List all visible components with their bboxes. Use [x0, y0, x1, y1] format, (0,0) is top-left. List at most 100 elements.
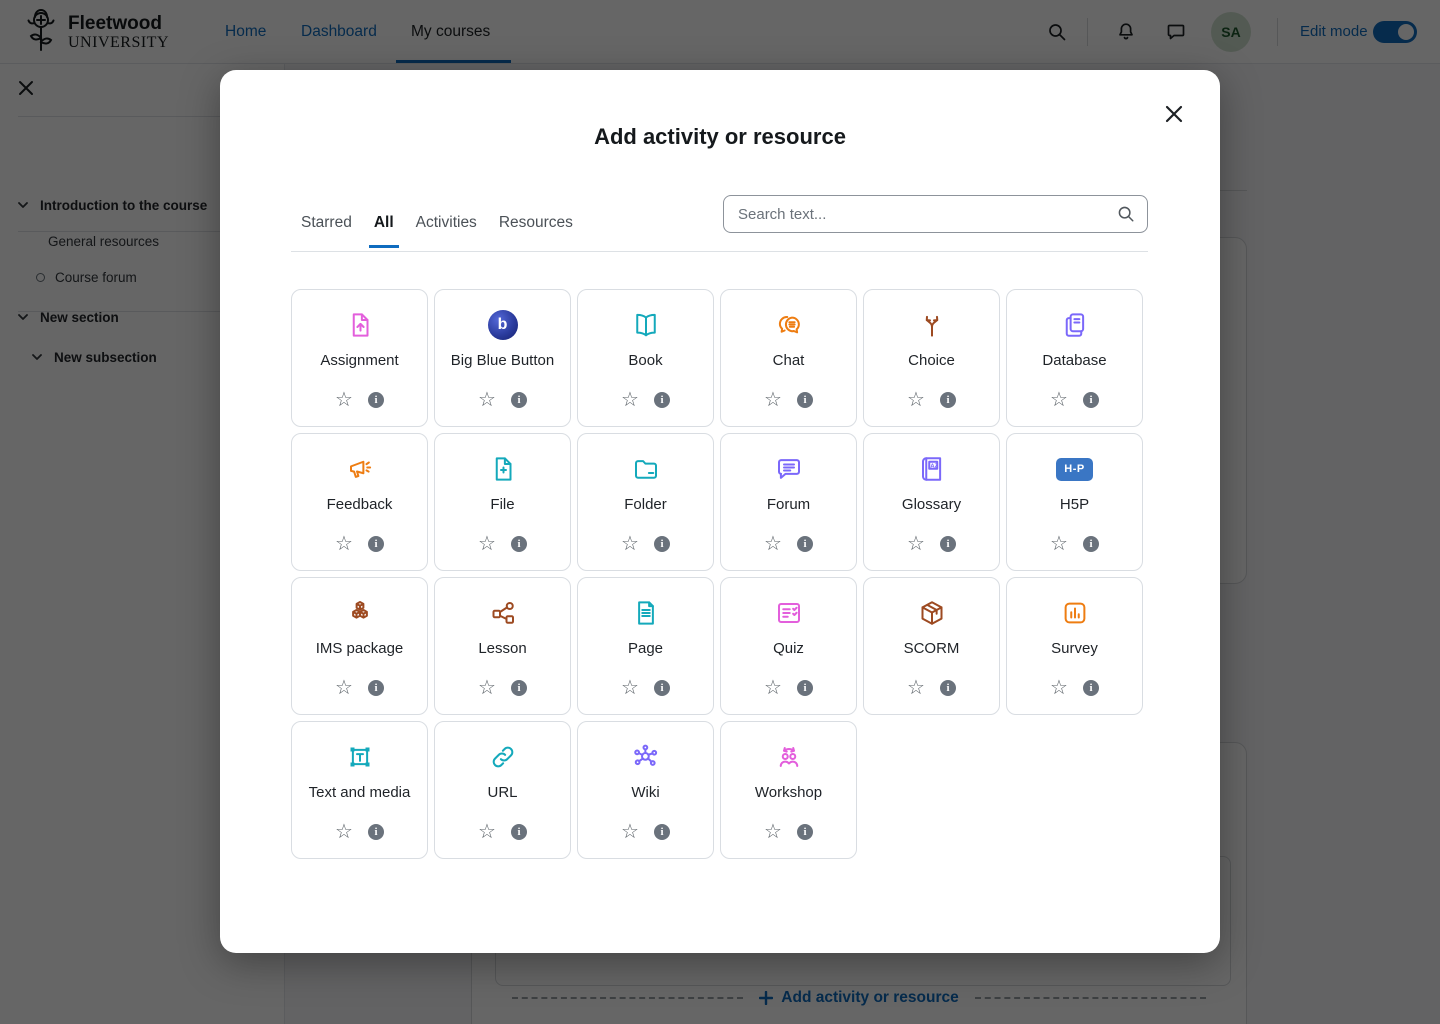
module-label: IMS package	[316, 640, 404, 657]
star-icon[interactable]: ☆	[478, 390, 496, 410]
module-label: Text and media	[309, 784, 411, 801]
module-card[interactable]: Workshop ☆ i	[720, 721, 857, 859]
module-label: Choice	[908, 352, 955, 369]
tab-activities[interactable]: Activities	[411, 214, 482, 248]
info-icon[interactable]: i	[797, 536, 813, 552]
module-label: Folder	[624, 496, 667, 513]
module-label: Lesson	[478, 640, 526, 657]
star-icon[interactable]: ☆	[478, 822, 496, 842]
star-icon[interactable]: ☆	[335, 678, 353, 698]
forum-icon	[774, 449, 804, 489]
info-icon[interactable]: i	[511, 824, 527, 840]
choice-icon	[917, 305, 947, 345]
modal-tabs: Starred All Activities Resources	[296, 214, 578, 248]
info-icon[interactable]: i	[511, 680, 527, 696]
module-label: Glossary	[902, 496, 961, 513]
quiz-icon	[774, 593, 804, 633]
info-icon[interactable]: i	[511, 536, 527, 552]
h5p-icon: H-P	[1056, 449, 1093, 489]
info-icon[interactable]: i	[654, 536, 670, 552]
close-icon[interactable]	[1164, 104, 1184, 124]
star-icon[interactable]: ☆	[764, 822, 782, 842]
module-card[interactable]: IMS package ☆ i	[291, 577, 428, 715]
module-card[interactable]: Survey ☆ i	[1006, 577, 1143, 715]
info-icon[interactable]: i	[940, 680, 956, 696]
module-card[interactable]: Glossary ☆ i	[863, 433, 1000, 571]
info-icon[interactable]: i	[654, 680, 670, 696]
info-icon[interactable]: i	[1083, 392, 1099, 408]
module-label: Book	[628, 352, 662, 369]
star-icon[interactable]: ☆	[1050, 390, 1068, 410]
star-icon[interactable]: ☆	[621, 534, 639, 554]
info-icon[interactable]: i	[1083, 536, 1099, 552]
star-icon[interactable]: ☆	[1050, 534, 1068, 554]
star-icon[interactable]: ☆	[907, 678, 925, 698]
module-card[interactable]: Feedback ☆ i	[291, 433, 428, 571]
module-label: Survey	[1051, 640, 1098, 657]
module-card[interactable]: Quiz ☆ i	[720, 577, 857, 715]
url-icon	[488, 737, 518, 777]
star-icon[interactable]: ☆	[621, 678, 639, 698]
star-icon[interactable]: ☆	[1050, 678, 1068, 698]
module-label: Big Blue Button	[451, 352, 554, 369]
module-card[interactable]: SCORM ☆ i	[863, 577, 1000, 715]
module-card[interactable]: b Big Blue Button ☆ i	[434, 289, 571, 427]
star-icon[interactable]: ☆	[907, 534, 925, 554]
module-grid: Assignment ☆ i b Big Blue Button ☆ i Boo…	[291, 289, 1143, 859]
star-icon[interactable]: ☆	[335, 534, 353, 554]
star-icon[interactable]: ☆	[764, 534, 782, 554]
info-icon[interactable]: i	[940, 536, 956, 552]
tab-starred[interactable]: Starred	[296, 214, 357, 248]
search-input[interactable]	[723, 195, 1148, 233]
tab-all[interactable]: All	[369, 214, 399, 248]
module-card[interactable]: Forum ☆ i	[720, 433, 857, 571]
info-icon[interactable]: i	[368, 392, 384, 408]
lesson-icon	[488, 593, 518, 633]
module-card[interactable]: Folder ☆ i	[577, 433, 714, 571]
module-card[interactable]: Chat ☆ i	[720, 289, 857, 427]
database-icon	[1060, 305, 1090, 345]
star-icon[interactable]: ☆	[335, 390, 353, 410]
info-icon[interactable]: i	[797, 824, 813, 840]
star-icon[interactable]: ☆	[335, 822, 353, 842]
workshop-icon	[774, 737, 804, 777]
star-icon[interactable]: ☆	[478, 534, 496, 554]
star-icon[interactable]: ☆	[621, 390, 639, 410]
info-icon[interactable]: i	[654, 392, 670, 408]
module-card[interactable]: Book ☆ i	[577, 289, 714, 427]
module-card[interactable]: Lesson ☆ i	[434, 577, 571, 715]
info-icon[interactable]: i	[797, 392, 813, 408]
module-card[interactable]: H-P H5P ☆ i	[1006, 433, 1143, 571]
module-label: Database	[1042, 352, 1106, 369]
module-label: File	[490, 496, 514, 513]
glossary-icon	[917, 449, 947, 489]
star-icon[interactable]: ☆	[764, 390, 782, 410]
module-label: Quiz	[773, 640, 804, 657]
star-icon[interactable]: ☆	[907, 390, 925, 410]
module-card[interactable]: Page ☆ i	[577, 577, 714, 715]
info-icon[interactable]: i	[368, 536, 384, 552]
module-card[interactable]: Choice ☆ i	[863, 289, 1000, 427]
info-icon[interactable]: i	[368, 824, 384, 840]
module-card[interactable]: Wiki ☆ i	[577, 721, 714, 859]
star-icon[interactable]: ☆	[478, 678, 496, 698]
module-card[interactable]: Database ☆ i	[1006, 289, 1143, 427]
scorm-icon	[917, 593, 947, 633]
module-label: Wiki	[631, 784, 659, 801]
info-icon[interactable]: i	[368, 680, 384, 696]
feedback-icon	[345, 449, 375, 489]
tab-resources[interactable]: Resources	[494, 214, 578, 248]
ims-icon	[345, 593, 375, 633]
assignment-icon	[345, 305, 375, 345]
info-icon[interactable]: i	[654, 824, 670, 840]
info-icon[interactable]: i	[940, 392, 956, 408]
info-icon[interactable]: i	[1083, 680, 1099, 696]
module-card[interactable]: Assignment ☆ i	[291, 289, 428, 427]
info-icon[interactable]: i	[797, 680, 813, 696]
info-icon[interactable]: i	[511, 392, 527, 408]
module-card[interactable]: URL ☆ i	[434, 721, 571, 859]
star-icon[interactable]: ☆	[621, 822, 639, 842]
module-card[interactable]: File ☆ i	[434, 433, 571, 571]
module-card[interactable]: Text and media ☆ i	[291, 721, 428, 859]
star-icon[interactable]: ☆	[764, 678, 782, 698]
